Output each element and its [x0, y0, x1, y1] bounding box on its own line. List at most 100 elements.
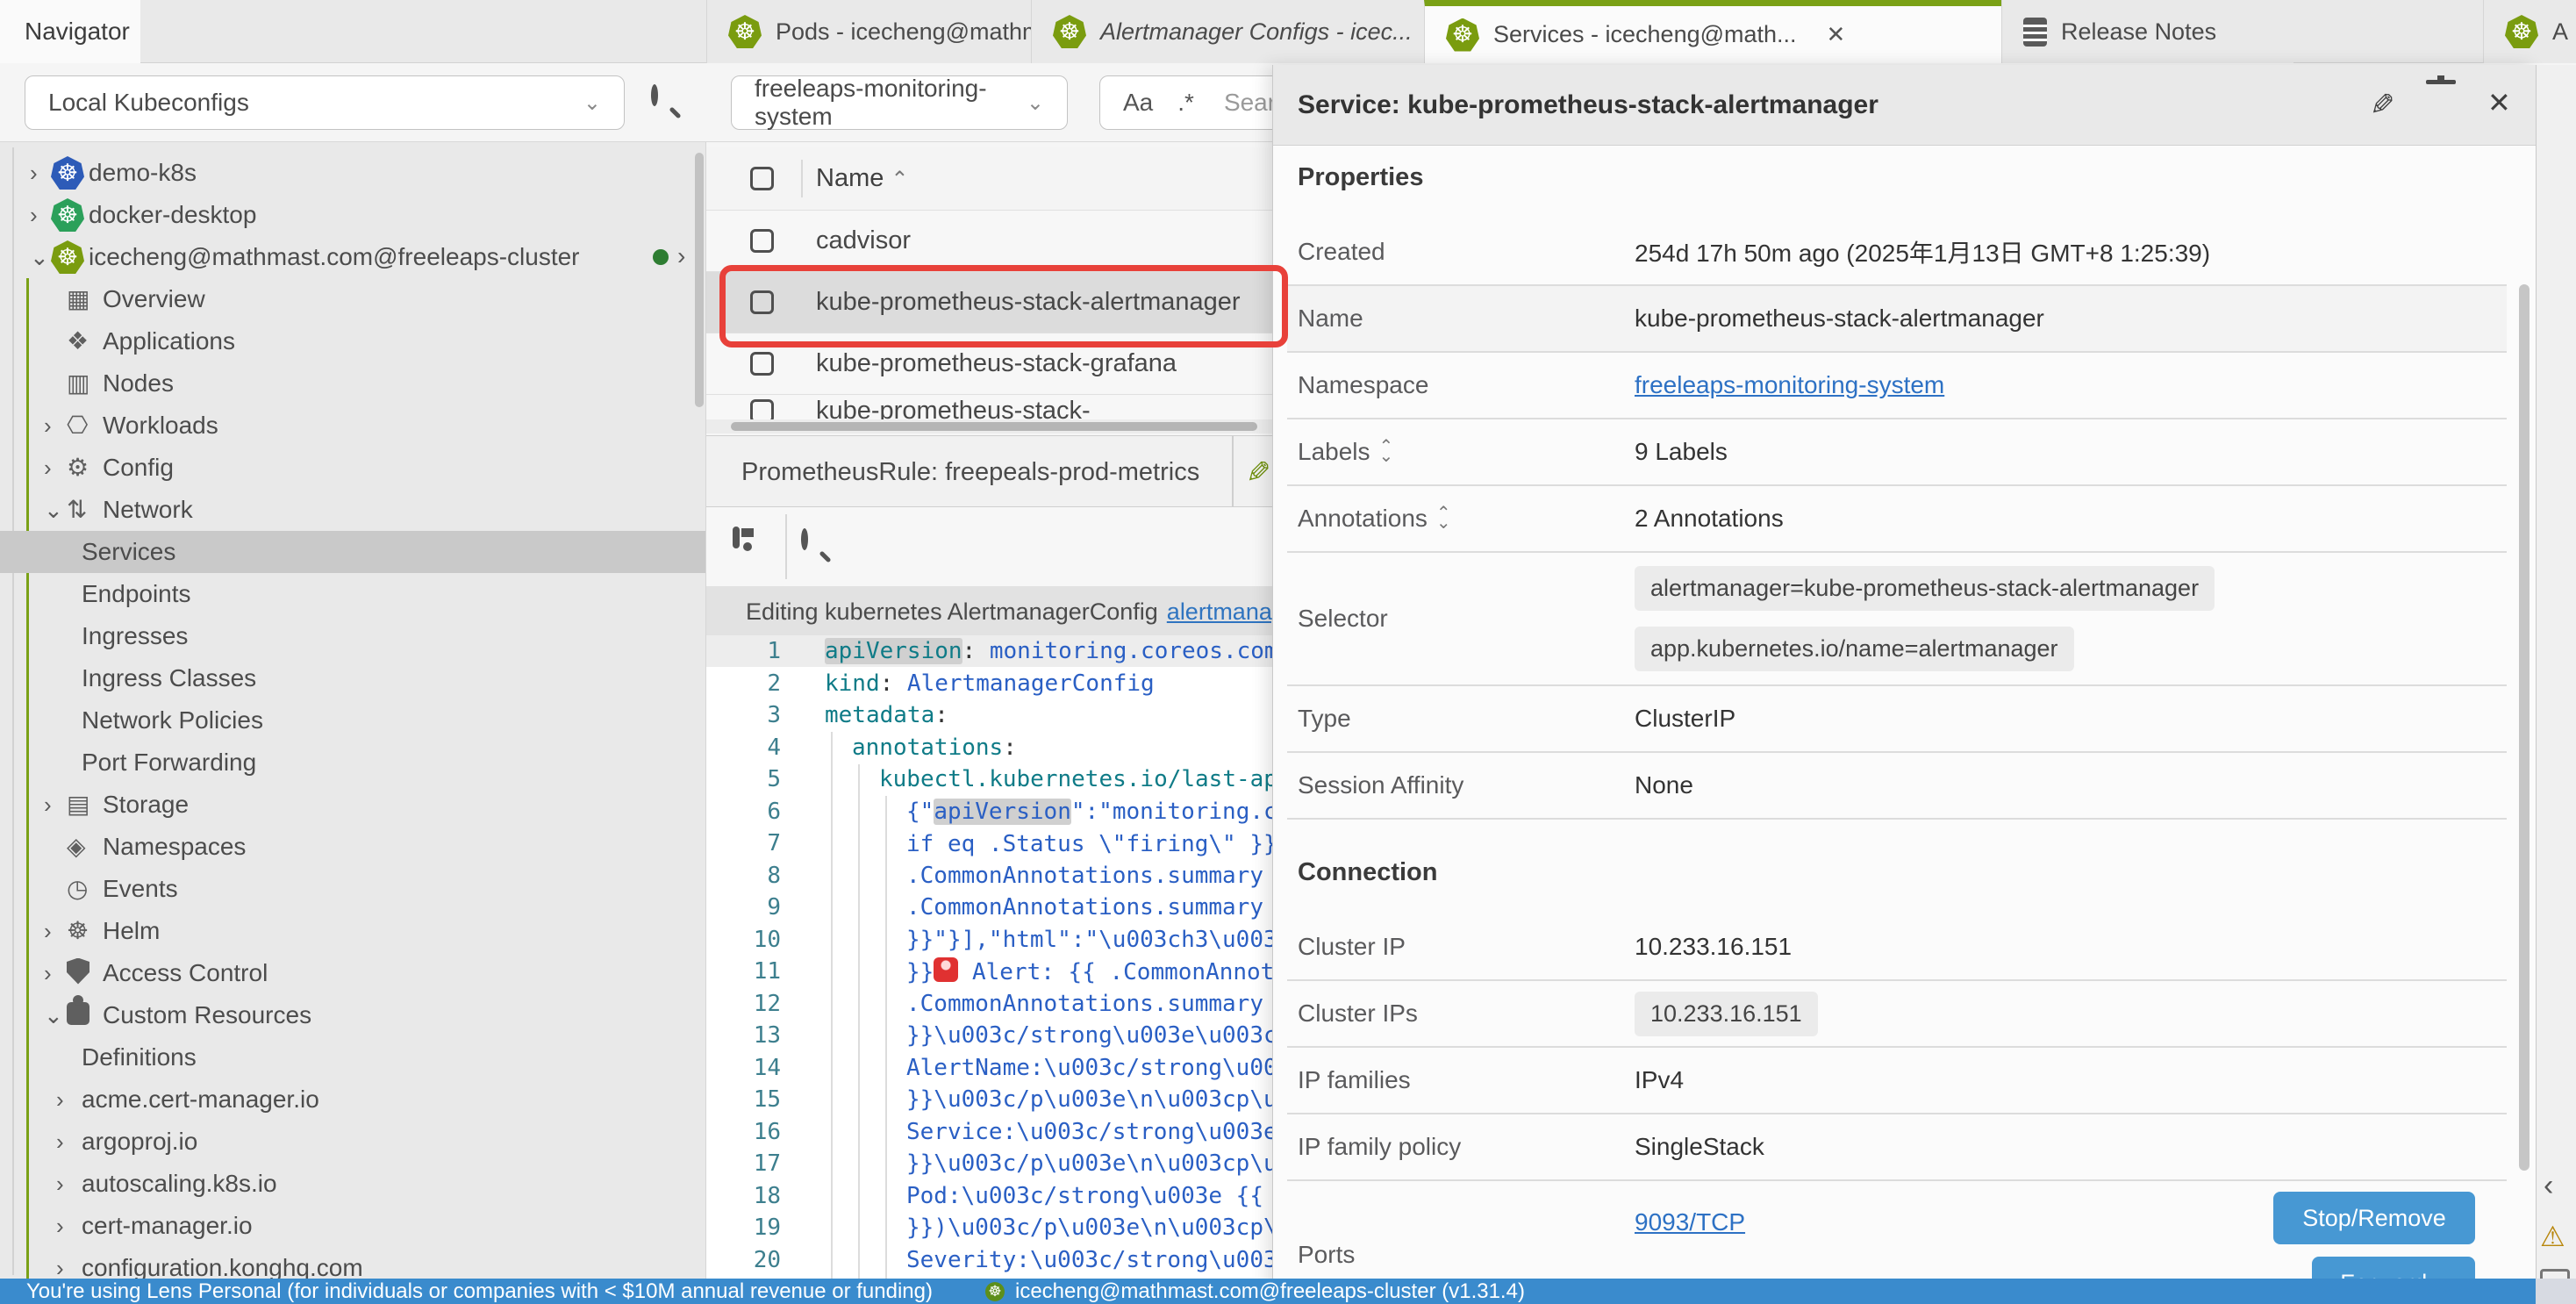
- edit-icon[interactable]: ✎: [2370, 88, 2395, 123]
- code-line-16[interactable]: 16Service:\u003c/strong\u003e {: [706, 1116, 1272, 1148]
- chevron-icon[interactable]: ›: [44, 455, 52, 482]
- sidebar-item-endpoints[interactable]: Endpoints: [0, 573, 706, 615]
- sidebar-item-helm[interactable]: ›☸Helm: [0, 910, 706, 952]
- sidebar-item-access-control[interactable]: ›Access Control: [0, 952, 706, 994]
- sidebar-item-workloads[interactable]: ›⎔Workloads: [0, 405, 706, 447]
- sidebar-item-custom-resources[interactable]: ⌄Custom Resources: [0, 994, 706, 1036]
- code-line-8[interactable]: 8.CommonAnnotations.summary }}: [706, 860, 1272, 892]
- match-case-icon[interactable]: Aa: [1123, 89, 1153, 117]
- sidebar-item-port-forwarding[interactable]: Port Forwarding: [0, 742, 706, 784]
- chevron-icon[interactable]: ›: [44, 918, 52, 945]
- editor-search-icon[interactable]: [801, 532, 808, 548]
- tab-a[interactable]: ☸A: [2483, 0, 2576, 63]
- sidebar-item-docker-desktop[interactable]: ›☸docker-desktop: [0, 194, 706, 236]
- chevron-icon[interactable]: ›: [44, 792, 52, 819]
- sidebar-search-icon[interactable]: [651, 88, 658, 104]
- sidebar-item-argoproj-io[interactable]: ›argoproj.io: [0, 1121, 706, 1163]
- table-row-cadvisor[interactable]: cadvisor: [706, 211, 1272, 272]
- sidebar-item-ingress-classes[interactable]: Ingress Classes: [0, 657, 706, 699]
- chevron-left-icon[interactable]: ‹: [2544, 1169, 2553, 1203]
- chevron-right-icon[interactable]: ›: [677, 242, 685, 270]
- sidebar-item-services[interactable]: Services: [0, 531, 706, 573]
- code-line-19[interactable]: 19}})\u003c/p\u003e\n\u003cp\u00: [706, 1212, 1272, 1243]
- table-row-kube-prometheus-stack-alertmanager[interactable]: kube-prometheus-stack-alertmanager: [706, 272, 1272, 333]
- chevron-icon[interactable]: ⌄: [44, 497, 63, 524]
- code-line-15[interactable]: 15}}\u003c/p\u003e\n\u003cp\u003: [706, 1084, 1272, 1115]
- code-line-2[interactable]: 2kind: AlertmanagerConfig: [706, 668, 1272, 699]
- sidebar-item-network-policies[interactable]: Network Policies: [0, 699, 706, 742]
- code-line-10[interactable]: 10}}"}],"html":"\u003ch3\u003e\u: [706, 924, 1272, 956]
- port-link-9093-TCP[interactable]: 9093/TCP: [1635, 1208, 1745, 1236]
- close-icon[interactable]: ✕: [1827, 21, 1846, 48]
- namespace-link[interactable]: freeleaps-monitoring-system: [1635, 371, 1944, 399]
- yaml-editor[interactable]: 1apiVersion: monitoring.coreos.com/v12ki…: [706, 637, 1272, 1279]
- editing-banner-link[interactable]: alertmanager: [1167, 598, 1272, 626]
- sidebar-item-network[interactable]: ⌄⇅Network: [0, 489, 706, 531]
- sidebar-item-configuration-konghq-com[interactable]: ›configuration.konghq.com: [0, 1247, 706, 1279]
- code-line-14[interactable]: 14AlertName:\u003c/strong\u003e: [706, 1052, 1272, 1084]
- sidebar-item-autoscaling-k8s-io[interactable]: ›autoscaling.k8s.io: [0, 1163, 706, 1205]
- chevron-icon[interactable]: ›: [56, 1255, 64, 1279]
- drawer-scrollbar[interactable]: [2519, 284, 2529, 1171]
- sidebar-item-cert-manager-io[interactable]: ›cert-manager.io: [0, 1205, 706, 1247]
- kubeconfig-select[interactable]: Local Kubeconfigs ⌄: [25, 75, 625, 130]
- sidebar-item-nodes[interactable]: ▥Nodes: [0, 362, 706, 405]
- dock-tab-prometheusrule[interactable]: PrometheusRule: freepeals-prod-metrics ✎: [706, 435, 1272, 507]
- row-checkbox[interactable]: [750, 229, 774, 253]
- tab-alertmanager-configs[interactable]: ☸Alertmanager Configs - icec...: [1031, 0, 1424, 63]
- tab-pods-icecheng-mathma[interactable]: ☸Pods - icecheng@mathmas...: [706, 0, 1031, 63]
- sidebar-item-applications[interactable]: ❖Applications: [0, 320, 706, 362]
- chevron-icon[interactable]: ›: [56, 1213, 64, 1240]
- code-line-13[interactable]: 13}}\u003c/strong\u003e\u003c/h3: [706, 1020, 1272, 1051]
- code-line-12[interactable]: 12.CommonAnnotations.summary }}: [706, 988, 1272, 1020]
- select-all-checkbox[interactable]: [750, 167, 774, 190]
- sidebar-item-acme-cert-manager-io[interactable]: ›acme.cert-manager.io: [0, 1078, 706, 1121]
- sidebar-scrollbar[interactable]: [695, 153, 704, 407]
- code-line-11[interactable]: 11}} Alert: {{ .CommonAnnotati: [706, 956, 1272, 987]
- code-line-5[interactable]: 5kubectl.kubernetes.io/last-appli: [706, 763, 1272, 795]
- code-line-17[interactable]: 17}}\u003c/p\u003e\n\u003cp\u003: [706, 1148, 1272, 1179]
- edit-pencil-icon[interactable]: ✎: [1246, 455, 1271, 491]
- namespace-select[interactable]: freeleaps-monitoring-system ⌄: [731, 75, 1068, 130]
- chevron-icon[interactable]: ›: [44, 960, 52, 987]
- chevron-icon[interactable]: ›: [30, 202, 38, 229]
- regex-icon[interactable]: .*: [1177, 89, 1194, 117]
- active-cluster-text[interactable]: icecheng@mathmast.com@freeleaps-cluster …: [1015, 1279, 1525, 1304]
- chevron-icon[interactable]: ›: [30, 160, 38, 187]
- sidebar-item-ingresses[interactable]: Ingresses: [0, 615, 706, 657]
- sidebar-item-demo-k8s[interactable]: ›☸demo-k8s: [0, 152, 706, 194]
- chevron-icon[interactable]: ›: [56, 1128, 64, 1156]
- row-checkbox[interactable]: [750, 352, 774, 376]
- sort-toggle-icon[interactable]: ⌃⌄: [1436, 509, 1451, 528]
- code-line-20[interactable]: 20Severity:\u003c/strong\u003e: [706, 1244, 1272, 1276]
- code-line-4[interactable]: 4annotations:: [706, 732, 1272, 763]
- chevron-icon[interactable]: ›: [44, 412, 52, 440]
- chevron-icon[interactable]: ⌄: [30, 244, 49, 271]
- code-line-18[interactable]: 18Pod:\u003c/strong\u003e {{ .Co: [706, 1180, 1272, 1212]
- close-icon[interactable]: ✕: [2487, 86, 2511, 119]
- sidebar-item-storage[interactable]: ›▤Storage: [0, 784, 706, 826]
- code-line-9[interactable]: 9.CommonAnnotations.summary }}: [706, 892, 1272, 923]
- sort-toggle-icon[interactable]: ⌃⌄: [1379, 442, 1394, 462]
- code-line-6[interactable]: 6{"apiVersion":"monitoring.core: [706, 796, 1272, 828]
- code-line-3[interactable]: 3metadata:: [706, 699, 1272, 731]
- table-row-kube-prometheus-stack-grafana[interactable]: kube-prometheus-stack-grafana: [706, 333, 1272, 395]
- chevron-icon[interactable]: ›: [56, 1171, 64, 1198]
- stop-remove-button[interactable]: Stop/Remove: [2273, 1192, 2475, 1244]
- chevron-icon[interactable]: ›: [56, 1086, 64, 1114]
- horizontal-scrollbar[interactable]: [706, 419, 1272, 433]
- column-header-name[interactable]: Name ⌃: [816, 164, 909, 193]
- sidebar-item-overview[interactable]: ▦Overview: [0, 278, 706, 320]
- row-checkbox[interactable]: [750, 290, 774, 314]
- code-line-7[interactable]: 7if eq .Status \"firing\" }}: [706, 828, 1272, 859]
- code-line-1[interactable]: 1apiVersion: monitoring.coreos.com/v1: [706, 635, 1272, 667]
- sidebar-item-events[interactable]: ◷Events: [0, 868, 706, 910]
- tab-services-icecheng-ma[interactable]: ☸Services - icecheng@math...✕: [1424, 0, 2001, 63]
- sidebar-item-definitions[interactable]: Definitions: [0, 1036, 706, 1078]
- sidebar-item-namespaces[interactable]: ◈Namespaces: [0, 826, 706, 868]
- save-icon[interactable]: [733, 527, 740, 548]
- sidebar-item-icecheng-mathmast-com-freeleaps-cluster[interactable]: ⌄☸icecheng@mathmast.com@freeleaps-cluste…: [0, 236, 706, 278]
- tab-release-notes[interactable]: Release Notes: [2001, 0, 2293, 63]
- sidebar-item-config[interactable]: ›⚙Config: [0, 447, 706, 489]
- chevron-icon[interactable]: ⌄: [44, 1002, 63, 1029]
